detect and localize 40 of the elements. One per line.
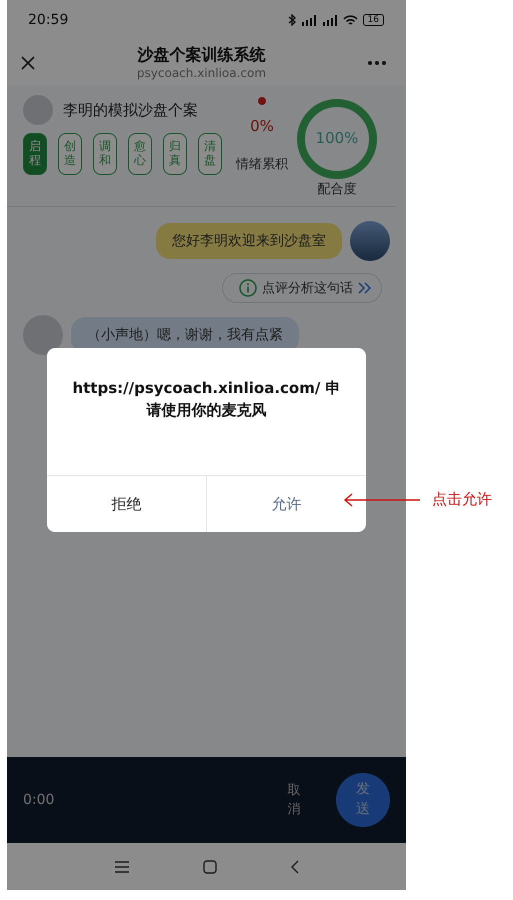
send-button[interactable]: 发送	[336, 773, 390, 827]
match-value: 100%	[314, 129, 360, 147]
avatar	[23, 315, 63, 355]
photo-placeholder	[350, 221, 390, 261]
menu-icon[interactable]	[114, 860, 128, 872]
signal-icon	[322, 14, 338, 26]
back-icon[interactable]	[290, 860, 298, 874]
stage-tab[interactable]: 调和	[93, 133, 117, 175]
page-url: psycoach.xinlioa.com	[136, 66, 266, 80]
info-icon	[239, 279, 257, 297]
wifi-icon	[342, 14, 358, 26]
bluetooth-icon	[288, 14, 296, 26]
stage-tab[interactable]: 清盘	[198, 133, 222, 175]
case-title: 李明的模拟沙盘个案	[63, 100, 198, 120]
emotion-value: 0%	[250, 117, 274, 135]
allow-button[interactable]: 允许	[206, 476, 366, 532]
annotation-text: 点击允许	[432, 490, 492, 509]
stage-tab[interactable]: 归真	[163, 133, 187, 175]
more-icon[interactable]	[368, 60, 386, 64]
signal-icon	[300, 14, 317, 26]
clock: 20:59	[28, 12, 68, 28]
match-label: 配合度	[318, 181, 356, 198]
dialog-message: https://psycoach.xinlioa.com/ 申请使用你的麦克风	[71, 378, 342, 421]
stage-tab[interactable]: 愈心	[128, 133, 152, 175]
message-bubble: 您好李明欢迎来到沙盘室	[156, 223, 342, 259]
cancel-button[interactable]: 取消	[286, 780, 302, 820]
avatar	[23, 95, 53, 125]
close-icon[interactable]	[21, 56, 35, 70]
emotion-label: 情绪累积	[236, 156, 288, 173]
deny-button[interactable]: 拒绝	[47, 476, 206, 532]
page-title: 沙盘个案训练系统	[137, 45, 266, 66]
status-dot-icon	[258, 97, 266, 105]
double-chevron-icon	[358, 282, 371, 294]
recording-time: 0:00	[23, 792, 54, 808]
stage-tab[interactable]: 创造	[58, 133, 82, 175]
review-button[interactable]: 点评分析这句话	[222, 273, 382, 303]
stage-tab[interactable]: 启程	[23, 133, 47, 175]
battery-level: 16	[362, 14, 384, 26]
home-icon[interactable]	[202, 860, 216, 874]
arrow-icon	[343, 492, 420, 506]
